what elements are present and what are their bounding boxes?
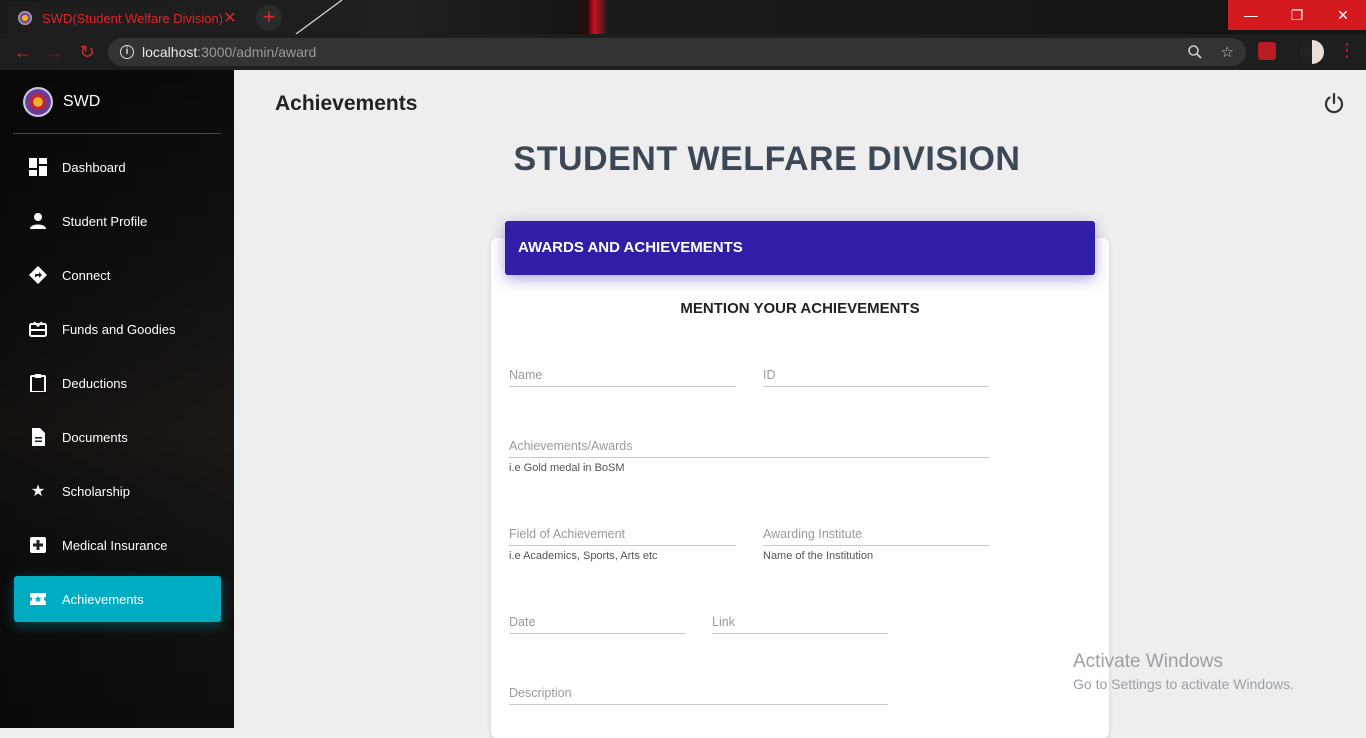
close-tab-icon[interactable]: ✕ (222, 8, 238, 28)
url-path: :3000/admin/award (197, 44, 317, 60)
sidebar-item-label: Achievements (62, 591, 144, 607)
field-placeholder: Field of Achievement (509, 527, 626, 541)
sidebar-item-label: Funds and Goodies (62, 321, 176, 337)
link-placeholder: Link (712, 615, 735, 629)
card-subtitle: MENTION YOUR ACHIEVEMENTS (680, 300, 920, 317)
date-field[interactable]: Date (509, 612, 685, 634)
swd-logo-icon (23, 86, 53, 117)
restore-button[interactable]: ❐ (1274, 0, 1320, 30)
forward-arrow-icon[interactable]: → (44, 41, 66, 63)
name-placeholder: Name (509, 368, 543, 382)
back-arrow-icon[interactable]: ← (12, 41, 34, 63)
sidebar-nav: Dashboard Student Profile Connect Funds … (0, 144, 234, 622)
decorative-line (295, 0, 343, 34)
swd-favicon-icon (18, 11, 32, 25)
division-heading: STUDENT WELFARE DIVISION (513, 140, 1021, 178)
sidebar-item-student-profile[interactable]: Student Profile (14, 198, 221, 244)
sidebar-item-label: Connect (62, 267, 111, 283)
sidebar-item-dashboard[interactable]: Dashboard (14, 144, 221, 190)
document-icon (28, 427, 48, 447)
id-placeholder: ID (763, 368, 776, 382)
windows-activation-subtitle: Go to Settings to activate Windows. (1073, 676, 1294, 692)
tab-title: SWD(Student Welfare Division) (42, 10, 222, 26)
windows-activation-title: Activate Windows (1073, 651, 1223, 672)
main-content: Achievements STUDENT WELFARE DIVISION AW… (234, 70, 1366, 738)
sidebar-item-deductions[interactable]: Deductions (14, 360, 221, 406)
reload-icon[interactable]: ↻ (76, 41, 98, 63)
id-field[interactable]: ID (763, 365, 989, 387)
card-header: AWARDS AND ACHIEVEMENTS (505, 221, 1095, 275)
sidebar-item-label: Documents (62, 429, 128, 445)
browser-toolbar: ← → ↻ i localhost :3000/admin/award ☆ ⋮ (0, 34, 1366, 70)
description-placeholder: Description (509, 686, 572, 700)
card-giftcard-icon (28, 319, 48, 339)
sidebar-item-label: Student Profile (62, 213, 148, 229)
ticket-star-icon (28, 589, 48, 609)
power-logout-icon[interactable] (1322, 92, 1346, 116)
minimize-button[interactable]: — (1228, 0, 1274, 30)
info-icon[interactable]: i (120, 45, 134, 59)
sidebar: SWD Dashboard Student Profile Connect Fu… (0, 70, 234, 728)
field-helper-text: i.e Academics, Sports, Arts etc (509, 550, 658, 562)
achievements-helper-text: i.e Gold medal in BoSM (509, 462, 625, 474)
zoom-icon[interactable] (1187, 44, 1203, 60)
dashboard-icon (28, 157, 48, 177)
sidebar-item-label: Dashboard (62, 159, 126, 175)
window-controls: — ❐ ✕ (1228, 0, 1366, 30)
bookmark-star-icon[interactable]: ☆ (1221, 43, 1234, 61)
description-field[interactable]: Description (509, 683, 888, 705)
sidebar-item-medical-insurance[interactable]: Medical Insurance (14, 522, 221, 568)
close-window-button[interactable]: ✕ (1320, 0, 1366, 30)
directions-icon (28, 265, 48, 285)
sidebar-item-connect[interactable]: Connect (14, 252, 221, 298)
sidebar-item-documents[interactable]: Documents (14, 414, 221, 460)
new-tab-button[interactable]: + (256, 5, 282, 31)
address-bar[interactable]: i localhost :3000/admin/award ☆ (108, 38, 1246, 66)
url-host: localhost (142, 44, 198, 60)
sidebar-item-label: Deductions (62, 375, 128, 391)
achievements-placeholder: Achievements/Awards (509, 439, 633, 453)
achievements-field[interactable]: Achievements/Awards (509, 436, 989, 458)
sidebar-brand[interactable]: SWD (13, 70, 221, 134)
institute-placeholder: Awarding Institute (763, 527, 863, 541)
sidebar-item-label: Scholarship (62, 483, 130, 499)
page-title: Achievements (275, 92, 418, 115)
profile-avatar[interactable] (1300, 40, 1324, 64)
medical-plus-icon (28, 535, 48, 555)
clipboard-icon (28, 373, 48, 393)
date-placeholder: Date (509, 615, 536, 629)
kebab-menu-icon[interactable]: ⋮ (1338, 40, 1356, 61)
browser-tabbar: SWD(Student Welfare Division) ✕ + — ❐ ✕ (0, 0, 1366, 34)
brand-name: SWD (63, 92, 101, 110)
sidebar-item-scholarship[interactable]: ★ Scholarship (14, 468, 221, 514)
link-field[interactable]: Link (712, 612, 888, 634)
field-of-achievement-field[interactable]: Field of Achievement (509, 524, 736, 546)
sidebar-item-label: Medical Insurance (62, 537, 168, 553)
awarding-institute-field[interactable]: Awarding Institute (763, 524, 989, 546)
sidebar-item-achievements[interactable]: Achievements (14, 576, 221, 622)
browser-tab[interactable]: SWD(Student Welfare Division) ✕ (8, 2, 248, 34)
name-field[interactable]: Name (509, 365, 736, 387)
institute-helper-text: Name of the Institution (763, 550, 874, 562)
sidebar-item-funds-and-goodies[interactable]: Funds and Goodies (14, 306, 221, 352)
person-icon (28, 211, 48, 231)
extension-icon[interactable] (1258, 42, 1276, 60)
star-icon: ★ (30, 483, 46, 500)
